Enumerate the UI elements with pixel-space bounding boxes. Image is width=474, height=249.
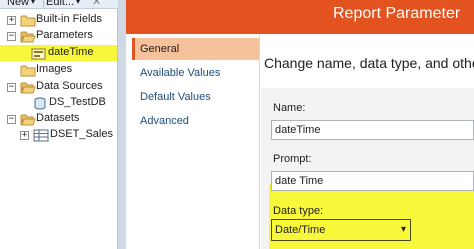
tree-item-parameters[interactable]: − Parameters bbox=[0, 28, 117, 44]
folder-open-icon bbox=[20, 114, 36, 126]
data-type-select[interactable]: Date/Time ▾ bbox=[271, 219, 411, 241]
folder-open-icon bbox=[20, 31, 36, 43]
tree-item-datasets[interactable]: − Datasets bbox=[0, 111, 117, 127]
parameter-icon bbox=[31, 48, 46, 60]
toolbar-separator bbox=[43, 0, 44, 8]
general-page: Change name, data type, and other c Name… bbox=[261, 34, 474, 249]
report-parameter-dialog: Report Parameter General Available Value… bbox=[126, 0, 474, 249]
collapse-icon[interactable]: − bbox=[7, 32, 16, 41]
report-data-toolbar: New ▾ Edit... ▾ ✕ bbox=[0, 0, 118, 9]
folder-icon bbox=[20, 15, 36, 27]
data-source-icon bbox=[34, 97, 46, 110]
folder-icon bbox=[20, 65, 36, 77]
prompt-label: Prompt: bbox=[273, 153, 312, 165]
report-data-pane: New ▾ Edit... ▾ ✕ + Built-in Fields − Pa… bbox=[0, 0, 118, 249]
nav-item-general[interactable]: General bbox=[132, 38, 259, 60]
tree-item-label: Built-in Fields bbox=[36, 13, 103, 25]
tree-item-datetime[interactable]: dateTime bbox=[0, 45, 117, 61]
folder-open-icon bbox=[20, 82, 36, 94]
new-dropdown-icon[interactable]: ▾ bbox=[31, 0, 35, 6]
dialog-nav: General Available Values Default Values … bbox=[132, 34, 260, 249]
tree-item-label: Images bbox=[36, 63, 73, 75]
new-button[interactable]: New bbox=[7, 0, 29, 8]
tree-item-images[interactable]: Images bbox=[0, 62, 117, 78]
name-label: Name: bbox=[273, 102, 306, 114]
tree-item-label: Parameters bbox=[36, 29, 93, 41]
tree-item-dset-sales[interactable]: + DSET_Sales bbox=[0, 127, 117, 143]
expand-icon[interactable]: + bbox=[20, 131, 29, 140]
edit-dropdown-icon[interactable]: ▾ bbox=[76, 0, 80, 6]
tree-item-label: dateTime bbox=[48, 46, 94, 58]
expand-icon[interactable]: + bbox=[7, 16, 16, 25]
tree-item-label: DSET_Sales bbox=[50, 128, 113, 140]
tree-item-data-sources[interactable]: − Data Sources bbox=[0, 79, 117, 95]
name-field[interactable]: dateTime bbox=[271, 120, 474, 140]
collapse-icon[interactable]: − bbox=[7, 115, 16, 124]
data-type-value: Date/Time bbox=[275, 224, 326, 236]
tree-item-built-in-fields[interactable]: + Built-in Fields bbox=[0, 12, 117, 28]
tree-item-ds-testdb[interactable]: DS_TestDB bbox=[0, 95, 117, 111]
nav-item-default-values[interactable]: Default Values bbox=[132, 86, 259, 108]
dialog-title-bar[interactable]: Report Parameter bbox=[126, 0, 474, 34]
edit-button[interactable]: Edit... bbox=[46, 0, 74, 8]
chevron-down-icon[interactable]: ▾ bbox=[401, 220, 406, 240]
collapse-icon[interactable]: − bbox=[7, 83, 16, 92]
delete-icon[interactable]: ✕ bbox=[92, 0, 101, 8]
tree-item-label: Datasets bbox=[36, 112, 80, 124]
dialog-title: Report Parameter bbox=[333, 5, 461, 22]
data-type-label: Data type: bbox=[273, 205, 324, 217]
dataset-icon bbox=[33, 129, 49, 142]
prompt-field[interactable]: date Time bbox=[271, 171, 474, 191]
page-header: Change name, data type, and other c bbox=[261, 34, 474, 88]
nav-item-available-values[interactable]: Available Values bbox=[132, 62, 259, 84]
tree-item-label: DS_TestDB bbox=[49, 96, 106, 108]
tree-item-label: Data Sources bbox=[36, 80, 103, 92]
page-header-text: Change name, data type, and other c bbox=[264, 55, 474, 71]
nav-item-advanced[interactable]: Advanced bbox=[132, 110, 259, 132]
pane-splitter[interactable] bbox=[118, 0, 126, 249]
